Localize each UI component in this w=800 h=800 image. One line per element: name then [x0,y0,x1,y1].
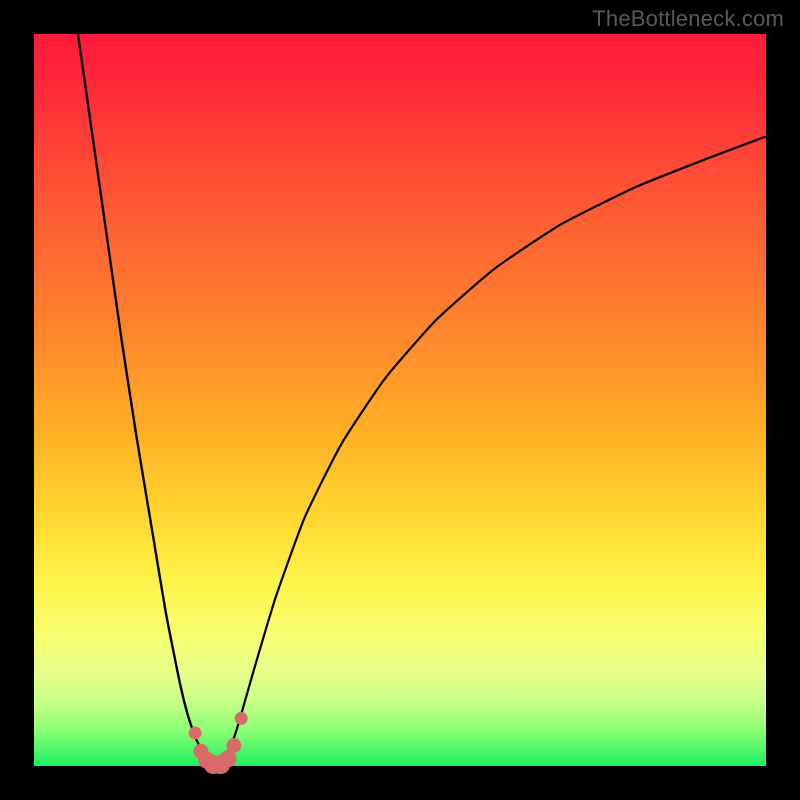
curve-right-branch [217,136,766,766]
trough-marker [189,727,201,739]
trough-marker [220,751,236,767]
trough-marker [227,739,241,753]
curve-left-branch [78,34,217,766]
chart-svg [34,34,766,766]
watermark-text: TheBottleneck.com [592,6,784,32]
plot-area [34,34,766,766]
chart-frame: TheBottleneck.com [0,0,800,800]
trough-marker [235,712,247,724]
